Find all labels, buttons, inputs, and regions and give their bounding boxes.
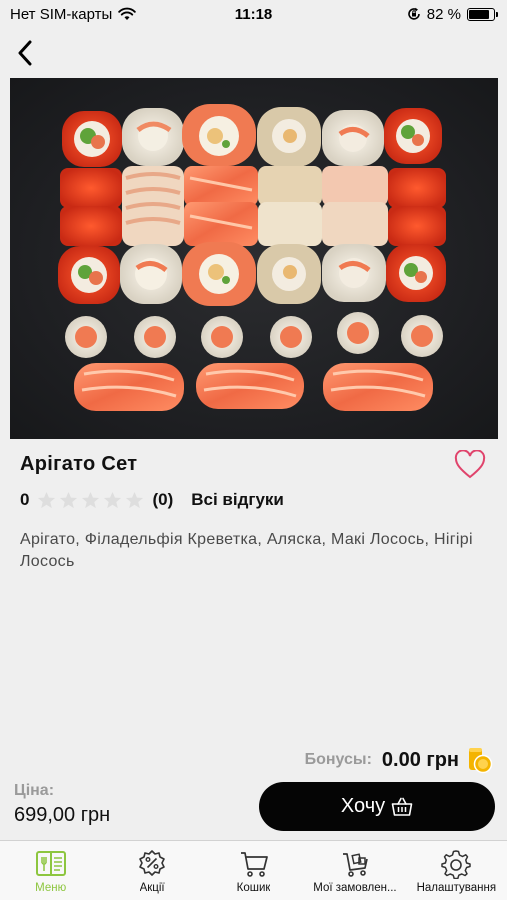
- tab-cart[interactable]: Кошик: [203, 841, 304, 900]
- orientation-lock-icon: [408, 7, 420, 20]
- tab-label: Кошик: [236, 882, 271, 894]
- tab-label: Мої замовлен...: [313, 882, 397, 894]
- reviews-count: (0): [152, 490, 174, 509]
- discount-badge-icon: [139, 850, 165, 876]
- tab-settings[interactable]: Налаштування: [406, 841, 507, 900]
- gear-icon: [441, 850, 472, 879]
- tab-label: Акції: [139, 882, 165, 894]
- star-icon: [60, 491, 78, 508]
- star-icon: [38, 491, 56, 508]
- wifi-icon: [118, 7, 137, 20]
- add-to-cart-label: Хочу: [340, 795, 386, 817]
- all-reviews-link[interactable]: Всі відгуки: [191, 490, 284, 510]
- orders-cart-icon: [342, 853, 368, 877]
- star-icon: [126, 491, 144, 508]
- bonus-row: Бонусы: 0.00 грн: [305, 745, 493, 775]
- product-title: Арігато Сет: [20, 453, 138, 475]
- bonus-value: 0.00 грн: [381, 748, 459, 771]
- basket-icon: [391, 797, 413, 816]
- star-icon: [82, 491, 100, 508]
- product-image: [10, 78, 498, 439]
- rating-row: 0 (0) Всі відгуки: [20, 489, 284, 511]
- favorite-button[interactable]: [454, 449, 486, 480]
- star-icon: [104, 491, 122, 508]
- price-value: 699,00 грн: [14, 804, 111, 826]
- tab-promotions[interactable]: Акції: [101, 841, 202, 900]
- coins-icon: [469, 748, 493, 774]
- rating-stars: [37, 491, 144, 510]
- chevron-left-icon: [18, 40, 32, 66]
- tab-menu[interactable]: Меню: [0, 841, 101, 900]
- bonus-label: Бонусы:: [304, 751, 372, 768]
- tab-label: Меню: [35, 882, 67, 894]
- cart-icon: [240, 852, 268, 877]
- rating-value: 0: [20, 490, 30, 509]
- tab-label: Налаштування: [416, 882, 497, 894]
- product-description: Арігато, Філадельфія Креветка, Аляска, М…: [20, 531, 473, 570]
- carrier-label: Нет SIM-карты: [10, 5, 113, 23]
- bottom-tab-bar: Меню Акції Кошик Мої замовлен... Налашту…: [0, 840, 507, 900]
- menu-book-icon: [35, 851, 66, 876]
- battery-percent: 82 %: [426, 5, 461, 23]
- tab-my-orders[interactable]: Мої замовлен...: [304, 841, 405, 900]
- back-button[interactable]: [10, 36, 40, 70]
- battery-icon: [467, 7, 498, 21]
- status-bar: Нет SIM-карты 11:18 82 %: [0, 0, 507, 28]
- add-to-cart-button[interactable]: Хочу: [259, 782, 495, 831]
- price-label: Ціна:: [14, 782, 55, 799]
- sushi-set-illustration: [58, 104, 446, 411]
- heart-icon: [454, 449, 486, 479]
